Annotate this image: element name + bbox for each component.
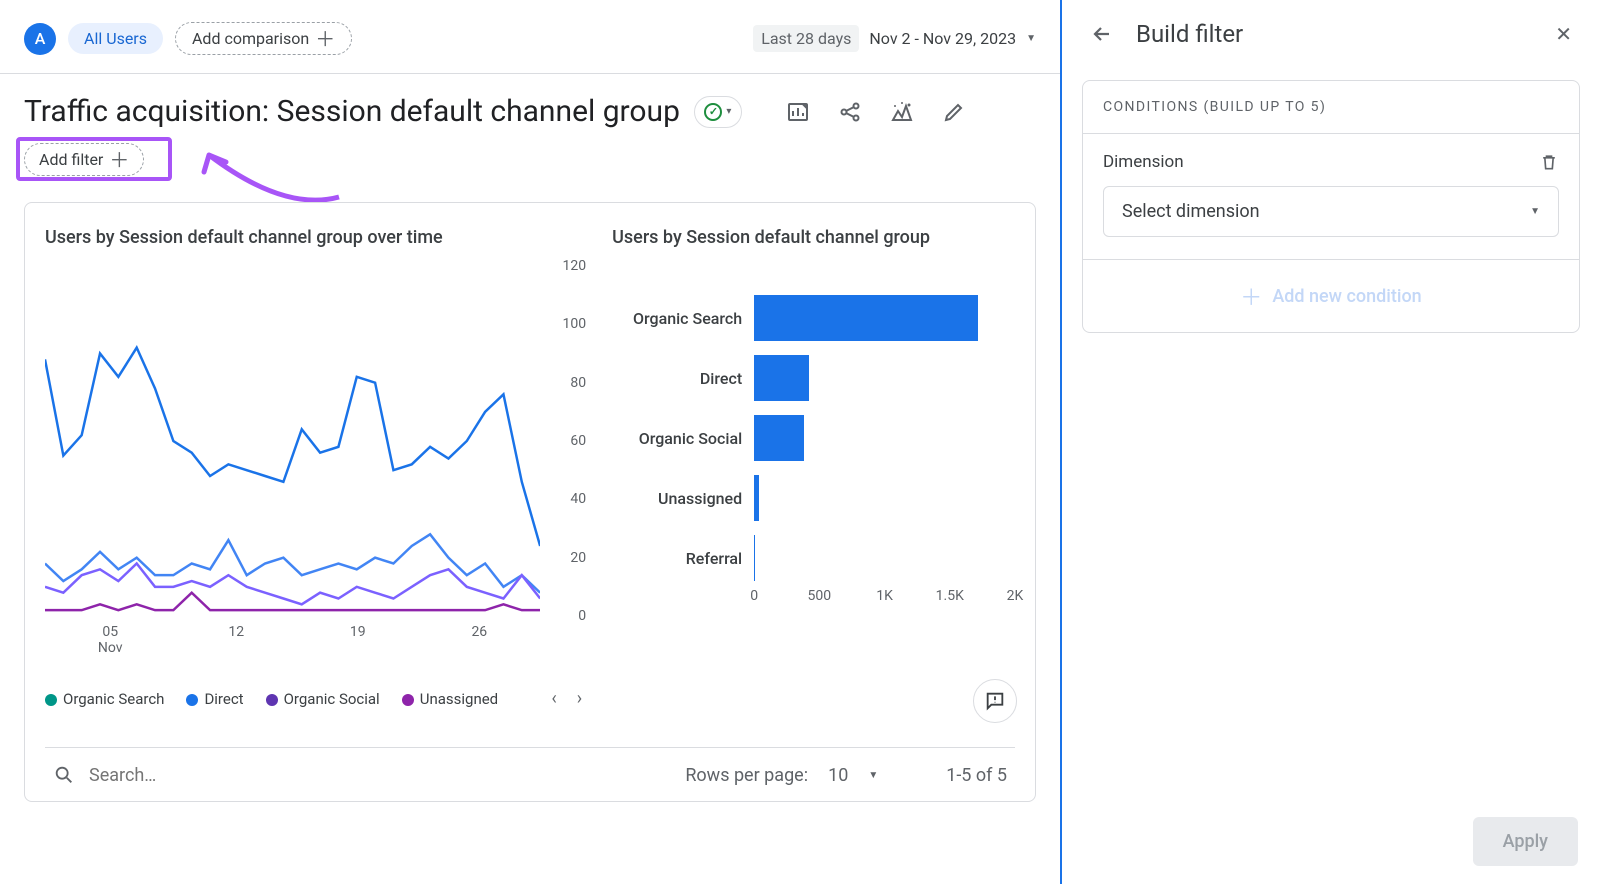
legend-item[interactable]: Direct — [186, 690, 243, 708]
search-icon — [53, 764, 75, 786]
add-filter-label: Add filter — [39, 150, 103, 169]
chevron-down-icon: ▼ — [1026, 33, 1036, 44]
bar-chart: Organic SearchDirectOrganic SocialUnassi… — [612, 288, 1015, 588]
apply-button: Apply — [1473, 817, 1578, 866]
legend-item[interactable]: Unassigned — [402, 690, 498, 708]
check-circle-icon: ✓ — [704, 103, 722, 121]
top-bar: A All Users Add comparison ＋ Last 28 day… — [24, 16, 1036, 73]
bar-chart-title: Users by Session default channel group — [612, 227, 1015, 248]
add-comparison-label: Add comparison — [192, 29, 309, 48]
pagination-range: 1-5 of 5 — [946, 765, 1007, 786]
share-icon[interactable] — [838, 100, 862, 124]
legend: Organic Search Direct Organic Social Una… — [45, 688, 582, 709]
build-filter-panel: Build filter ✕ Conditions (build up to 5… — [1060, 0, 1600, 884]
chevron-down-icon: ▾ — [726, 106, 731, 117]
back-arrow-icon[interactable] — [1090, 22, 1114, 46]
chevron-down-icon: ▼ — [1530, 206, 1540, 217]
close-icon[interactable]: ✕ — [1555, 22, 1572, 46]
date-range-value: Nov 2 - Nov 29, 2023 — [869, 29, 1016, 48]
plus-icon: ＋ — [315, 32, 335, 46]
line-chart-title: Users by Session default channel group o… — [45, 227, 582, 248]
plus-icon: ＋ — [109, 153, 129, 167]
conditions-header: Conditions (build up to 5) — [1083, 81, 1579, 134]
status-dropdown[interactable]: ✓ ▾ — [694, 96, 742, 128]
date-range-label: Last 28 days — [753, 25, 859, 52]
line-chart: 020406080100120 05Nov121926 — [45, 266, 582, 666]
date-range-picker[interactable]: Last 28 days Nov 2 - Nov 29, 2023 ▼ — [753, 25, 1036, 52]
feedback-button[interactable] — [973, 679, 1017, 723]
delete-icon[interactable] — [1539, 152, 1559, 172]
dimension-select[interactable]: Select dimension ▼ — [1103, 186, 1559, 237]
add-filter-chip[interactable]: Add filter ＋ — [24, 143, 144, 176]
plus-icon: ＋ — [1240, 280, 1262, 312]
panel-title: Build filter — [1136, 20, 1243, 48]
search-input[interactable] — [89, 765, 317, 786]
legend-next[interactable]: › — [577, 688, 582, 709]
rows-per-page-value[interactable]: 10 — [828, 765, 848, 786]
dimension-placeholder: Select dimension — [1122, 201, 1260, 222]
page-title: Traffic acquisition: Session default cha… — [24, 94, 680, 129]
legend-item[interactable]: Organic Search — [45, 690, 164, 708]
customize-icon[interactable] — [786, 100, 810, 124]
insights-icon[interactable] — [890, 100, 914, 124]
rows-per-page-label: Rows per page: — [685, 765, 808, 786]
dimension-label: Dimension — [1103, 152, 1184, 172]
chart-card: Users by Session default channel group o… — [24, 202, 1036, 802]
add-condition-button: ＋ Add new condition — [1083, 259, 1579, 332]
all-users-chip[interactable]: All Users — [68, 23, 163, 54]
legend-item[interactable]: Organic Social — [266, 690, 380, 708]
edit-icon[interactable] — [942, 100, 966, 124]
chevron-down-icon[interactable]: ▼ — [868, 770, 878, 781]
add-comparison-chip[interactable]: Add comparison ＋ — [175, 22, 352, 55]
audience-avatar[interactable]: A — [24, 23, 56, 55]
legend-prev[interactable]: ‹ — [551, 688, 556, 709]
